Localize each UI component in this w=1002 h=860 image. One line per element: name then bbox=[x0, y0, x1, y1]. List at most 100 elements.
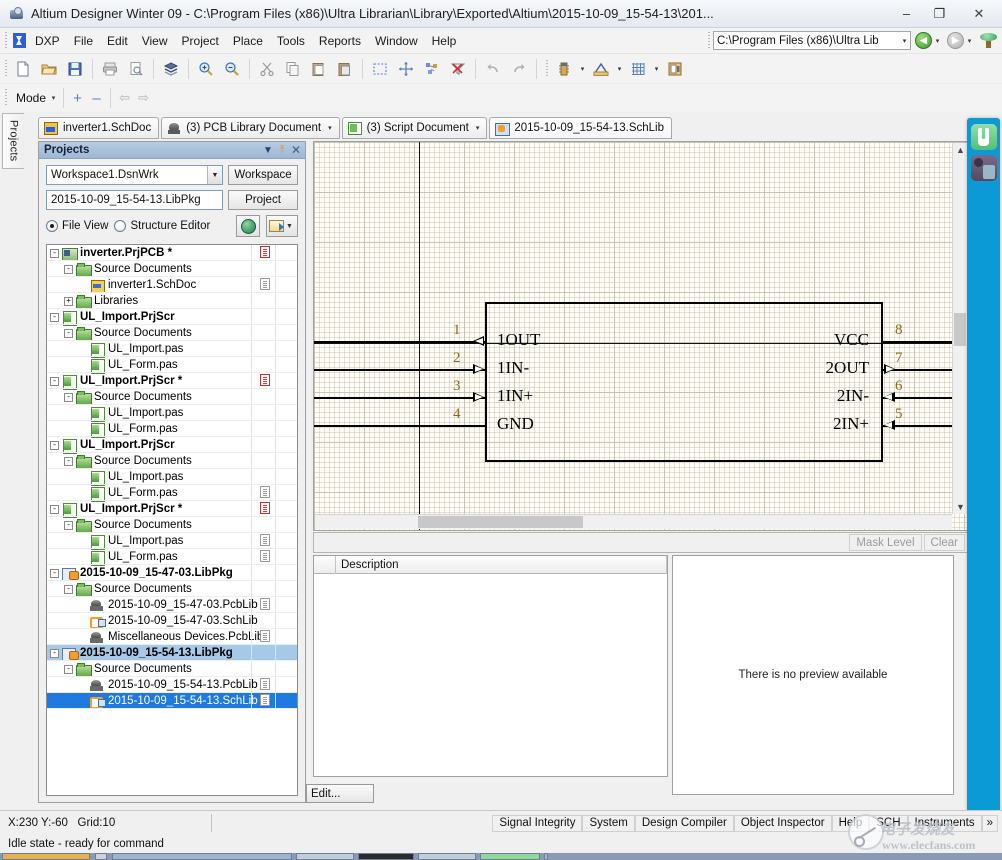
component-icon[interactable] bbox=[552, 57, 576, 81]
menu-project[interactable]: Project bbox=[175, 31, 226, 51]
tree-item[interactable]: 2015-10-09_15-47-03.SchLib bbox=[47, 613, 297, 629]
tree-item[interactable]: - UL_Import.PrjScr bbox=[47, 309, 297, 326]
status-button-signal-integrity[interactable]: Signal Integrity bbox=[492, 814, 583, 832]
vertical-scrollbar[interactable]: ▲ ▼ bbox=[952, 143, 967, 514]
open-project-button[interactable]: ▼ bbox=[266, 215, 298, 237]
collapse-icon[interactable]: - bbox=[50, 440, 59, 450]
undo-icon[interactable] bbox=[481, 57, 505, 81]
document-status-icon[interactable] bbox=[260, 694, 271, 707]
component-chevron-down-icon[interactable]: ▾ bbox=[577, 65, 588, 73]
project-tree[interactable]: - inverter.PrjPCB * - Source Documents inver… bbox=[46, 244, 298, 796]
zoom-in-icon[interactable] bbox=[194, 57, 218, 81]
layers-icon[interactable] bbox=[159, 57, 183, 81]
back-history-chevron-down-icon[interactable]: ▾ bbox=[932, 37, 943, 45]
document-status-icon[interactable] bbox=[260, 534, 271, 547]
tree-item[interactable]: UL_Import.pas bbox=[47, 533, 297, 550]
print-icon[interactable] bbox=[98, 57, 122, 81]
menu-help[interactable]: Help bbox=[425, 31, 464, 51]
collapse-icon[interactable]: - bbox=[50, 312, 59, 322]
collapse-icon[interactable]: - bbox=[64, 584, 73, 594]
tree-item[interactable]: UL_Import.pas bbox=[47, 405, 297, 422]
panel-dropdown-icon[interactable]: ▼ bbox=[261, 145, 275, 156]
grid-chevron-down-icon[interactable]: ▾ bbox=[651, 65, 662, 73]
document-status-icon[interactable] bbox=[260, 678, 271, 691]
forward-history-chevron-down-icon[interactable]: ▾ bbox=[964, 37, 975, 45]
collapse-icon[interactable]: - bbox=[50, 648, 59, 658]
taskbar-item-5[interactable] bbox=[418, 853, 476, 860]
tree-item[interactable]: UL_Form.pas bbox=[47, 357, 297, 374]
status-overflow-chevron-icon[interactable]: » bbox=[981, 814, 998, 832]
tree-item[interactable]: - Source Documents bbox=[47, 581, 297, 597]
scroll-down-arrow-icon[interactable]: ▼ bbox=[953, 500, 968, 514]
tree-item[interactable]: - Source Documents bbox=[47, 325, 297, 341]
nav-toolbar-grip[interactable] bbox=[706, 31, 713, 50]
tree-item[interactable]: - UL_Import.PrjScr * bbox=[47, 501, 297, 518]
list-column-blank[interactable] bbox=[314, 555, 336, 574]
status-button-instruments[interactable]: Instruments bbox=[907, 814, 982, 832]
document-status-icon[interactable] bbox=[260, 598, 271, 611]
expand-icon[interactable]: + bbox=[64, 296, 73, 306]
tree-item[interactable]: - 2015-10-09_15-54-13.LibPkg bbox=[47, 645, 297, 661]
project-button[interactable]: Project bbox=[228, 190, 298, 210]
menu-dxp[interactable]: DXP bbox=[28, 31, 67, 51]
zoom-out-icon[interactable] bbox=[220, 57, 244, 81]
edit-button[interactable]: Edit... bbox=[306, 784, 374, 803]
remove-mode-button[interactable]: – bbox=[87, 90, 106, 107]
taskbar-item-0[interactable] bbox=[2, 853, 90, 860]
status-button-help[interactable]: Help bbox=[831, 814, 870, 832]
document-tab-3[interactable]: 2015-10-09_15-54-13.SchLib bbox=[489, 117, 672, 139]
taskbar-item-2[interactable] bbox=[112, 853, 292, 860]
collapse-icon[interactable]: - bbox=[64, 264, 73, 274]
document-status-icon[interactable] bbox=[260, 246, 271, 259]
new-document-icon[interactable] bbox=[11, 57, 35, 81]
clear-mask-button[interactable]: Clear bbox=[923, 534, 965, 551]
document-tab-1[interactable]: (3) PCB Library Document ▾ bbox=[161, 117, 340, 139]
document-status-icon[interactable] bbox=[260, 502, 271, 515]
save-document-icon[interactable] bbox=[63, 57, 87, 81]
globe-button[interactable] bbox=[236, 215, 260, 237]
project-textbox[interactable]: 2015-10-09_15-54-13.LibPkg bbox=[46, 190, 223, 210]
list-column-description[interactable]: Description bbox=[336, 555, 667, 574]
document-status-icon[interactable] bbox=[260, 486, 271, 499]
tree-item[interactable]: - 2015-10-09_15-47-03.LibPkg bbox=[47, 565, 297, 581]
collapse-icon[interactable]: - bbox=[50, 568, 59, 578]
tree-item[interactable]: - UL_Import.PrjScr * bbox=[47, 373, 297, 390]
mask-level-button[interactable]: Mask Level bbox=[849, 534, 922, 551]
select-area-icon[interactable] bbox=[368, 57, 392, 81]
document-tab-2[interactable]: (3) Script Document ▾ bbox=[341, 117, 488, 139]
tree-item[interactable]: UL_Form.pas bbox=[47, 549, 297, 566]
vertical-tab-projects[interactable]: Projects bbox=[2, 113, 24, 169]
vertical-scroll-thumb[interactable] bbox=[954, 313, 966, 346]
tree-item[interactable]: - inverter.PrjPCB * bbox=[47, 245, 297, 261]
tree-item[interactable]: - UL_Import.PrjScr bbox=[47, 437, 297, 454]
select-similar-icon[interactable] bbox=[420, 57, 444, 81]
collapse-icon[interactable]: - bbox=[64, 456, 73, 466]
open-document-icon[interactable] bbox=[37, 57, 61, 81]
schematic-canvas[interactable]: 1 1OUT 2 1IN- 3 1IN+ 4 GND 8 VCC 7 2OUT 6 2IN- 5 2IN+ ▲… bbox=[313, 141, 969, 531]
minimize-button[interactable]: – bbox=[890, 0, 923, 28]
taskbar-item-7[interactable] bbox=[544, 853, 548, 860]
taskbar-strip[interactable] bbox=[0, 853, 1002, 860]
navigate-forward-icon[interactable]: ▶ bbox=[947, 32, 964, 49]
tree-item[interactable]: UL_Import.pas bbox=[47, 469, 297, 486]
horizontal-scrollbar[interactable] bbox=[315, 514, 952, 529]
tree-item[interactable]: 2015-10-09_15-47-03.PcbLib bbox=[47, 597, 297, 613]
document-tab-chevron-down-icon[interactable]: ▾ bbox=[476, 124, 480, 132]
floating-side-panel[interactable] bbox=[967, 118, 1000, 818]
mode-toolbar-grip[interactable] bbox=[3, 89, 10, 107]
tree-item[interactable]: - Source Documents bbox=[47, 389, 297, 405]
cut-icon[interactable] bbox=[255, 57, 279, 81]
radio-file-view[interactable]: File View bbox=[46, 220, 108, 232]
symbol-body-rectangle[interactable] bbox=[485, 302, 883, 462]
document-status-icon[interactable] bbox=[260, 278, 271, 291]
open-project-chevron-down-icon[interactable]: ▼ bbox=[284, 223, 295, 230]
taskbar-item-1[interactable] bbox=[95, 853, 107, 860]
workspace-button[interactable]: Workspace bbox=[228, 165, 298, 185]
drawing-chevron-down-icon[interactable]: ▾ bbox=[614, 65, 625, 73]
collapse-icon[interactable]: - bbox=[50, 504, 59, 514]
menu-edit[interactable]: Edit bbox=[100, 31, 135, 51]
status-button-object-inspector[interactable]: Object Inspector bbox=[733, 814, 832, 832]
next-mode-arrow-icon[interactable]: ⇨ bbox=[134, 90, 153, 106]
redo-icon[interactable] bbox=[507, 57, 531, 81]
contact-avatar-icon[interactable] bbox=[971, 155, 997, 181]
